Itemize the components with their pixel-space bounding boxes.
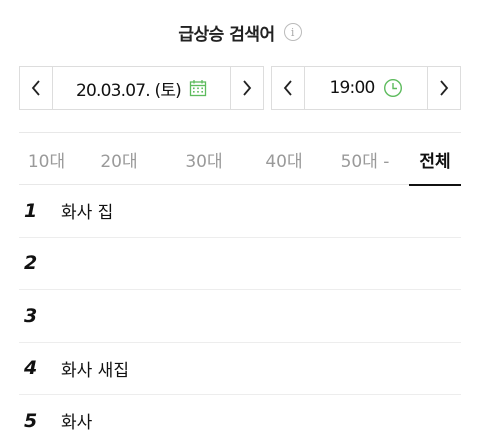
time-next-button[interactable] (427, 67, 460, 109)
time-value: 19:00 (329, 78, 376, 98)
page-title: 급상승 검색어 (178, 24, 275, 45)
rank-number: 4 (24, 357, 38, 380)
date-display[interactable]: 20.03.07. (토) (53, 67, 230, 109)
rank-number: 5 (24, 409, 38, 432)
date-prev-button[interactable] (20, 67, 53, 109)
age-tabs: 10대 20대 30대 40대 50대 - 전체 (19, 132, 461, 186)
list-item[interactable]: 4 화사 새집 (19, 343, 461, 395)
list-item[interactable]: 1 화사 집 (19, 185, 461, 238)
tab-10s[interactable]: 10대 (19, 133, 74, 185)
time-prev-button[interactable] (272, 67, 305, 109)
chevron-right-icon (243, 80, 252, 96)
clock-icon (383, 78, 403, 98)
rank-keyword: 화사 (61, 413, 93, 434)
date-value: 20.03.07. (토) (75, 80, 182, 101)
chevron-left-icon (283, 80, 292, 96)
list-item[interactable]: 2 (19, 238, 461, 290)
info-icon[interactable]: i (283, 23, 302, 41)
tab-40s[interactable]: 40대 (254, 133, 314, 185)
rank-number: 3 (24, 304, 38, 327)
list-item[interactable]: 5 화사 (19, 395, 461, 447)
rank-number: 1 (24, 199, 38, 222)
tab-50s-plus[interactable]: 50대 - (330, 133, 400, 185)
tab-30s[interactable]: 30대 (174, 133, 234, 185)
date-next-button[interactable] (230, 67, 263, 109)
date-picker: 20.03.07. (토) (19, 66, 264, 110)
page-header: 급상승 검색어 i (0, 18, 480, 46)
trending-keyword-list: 1 화사 집 2 3 4 화사 새집 5 화사 (19, 185, 461, 447)
chevron-left-icon (31, 80, 40, 96)
list-item[interactable]: 3 (19, 290, 461, 343)
rank-number: 2 (24, 252, 38, 275)
time-picker: 19:00 (271, 66, 461, 110)
calendar-icon (189, 79, 207, 97)
chevron-right-icon (440, 80, 449, 96)
rank-keyword: 화사 새집 (61, 360, 129, 381)
tab-20s[interactable]: 20대 (89, 133, 149, 185)
rank-keyword: 화사 집 (61, 203, 114, 224)
tab-all[interactable]: 전체 (409, 133, 461, 186)
time-display[interactable]: 19:00 (305, 67, 427, 109)
